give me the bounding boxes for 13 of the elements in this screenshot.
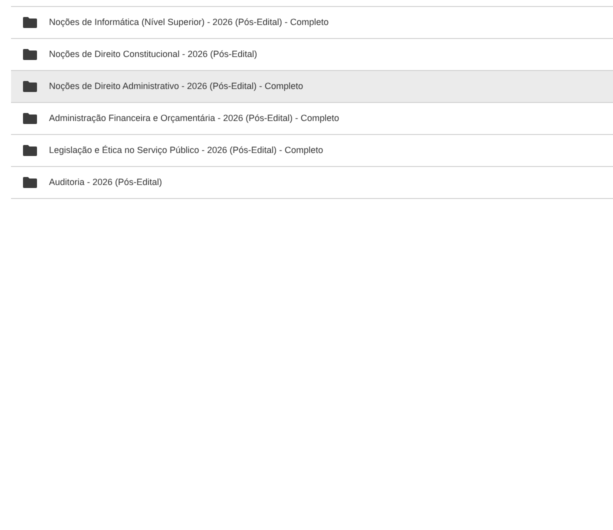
folder-name: Legislação e Ética no Serviço Público - 2026 (Pós-Edital) - Completo <box>49 144 324 157</box>
folder-icon <box>23 49 37 60</box>
folder-name: Auditoria - 2026 (Pós-Edital) <box>49 176 162 189</box>
folder-name: Noções de Informática (Nível Superior) - 2026 (Pós-Edital) - Completo <box>49 16 329 29</box>
folder-icon <box>23 17 37 28</box>
folder-icon <box>23 81 37 92</box>
folder-name: Noções de Direito Constitucional - 2026 (Pós-Edital) <box>49 48 258 61</box>
folder-name: Administração Financeira e Orçamentária - 2026 (Pós-Edital) - Completo <box>49 112 340 125</box>
folder-name: Noções de Direito Administrativo - 2026 (Pós-Edital) - Completo <box>49 80 304 93</box>
folder-row[interactable]: Noções de Direito Administrativo - 2026 (Pós-Edital) - Completo <box>11 71 613 103</box>
folder-icon <box>23 177 37 188</box>
folder-icon <box>23 113 37 124</box>
folder-icon <box>23 145 37 156</box>
